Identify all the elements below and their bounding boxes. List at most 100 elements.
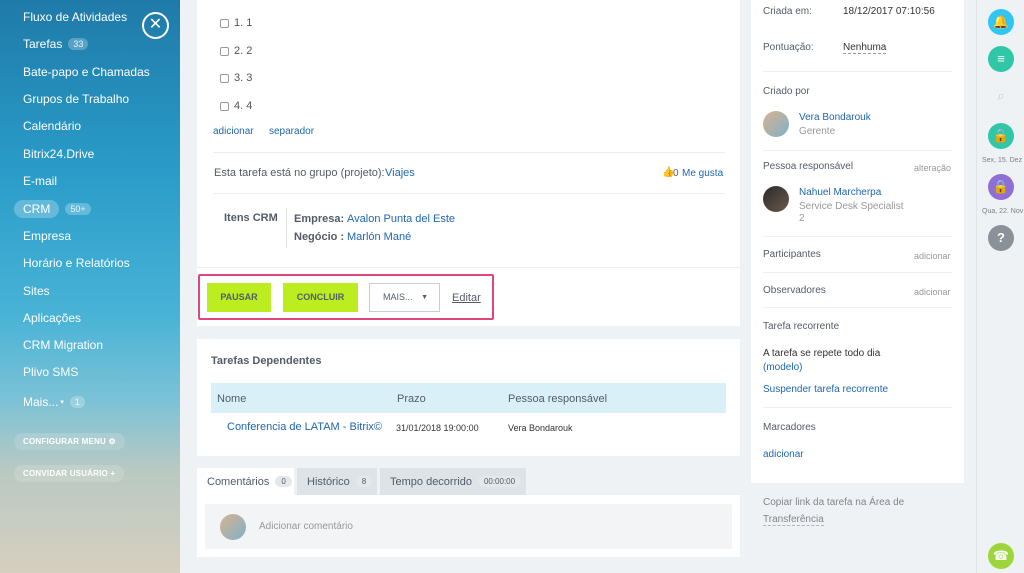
sidebar-item-label: Horário e Relatórios	[23, 256, 130, 270]
sidebar-item-activity-stream[interactable]: Fluxo de Atividades	[23, 10, 127, 24]
recurring-label: Tarefa recorrente	[763, 321, 840, 332]
tab-badge: 00:00:00	[477, 476, 522, 487]
avatar[interactable]	[763, 186, 789, 212]
checklist-item[interactable]: 3. 3	[220, 72, 252, 84]
invite-user-button[interactable]: CONVIDAR USUÁRIO +	[14, 465, 125, 482]
sidebar-item-label: Calendário	[23, 119, 82, 133]
sidebar-item-label: Tarefas	[23, 37, 63, 51]
checkbox[interactable]	[220, 73, 229, 83]
checklist-item-label: 2. 2	[234, 45, 253, 57]
bell-icon[interactable]: 🔔	[988, 9, 1014, 35]
checkbox[interactable]	[220, 46, 229, 56]
checklist-item[interactable]: 4. 4	[220, 100, 252, 112]
copy-link-text-1[interactable]: Copiar link da tarefa na Área de	[763, 497, 904, 508]
company-label: Empresa:	[294, 213, 345, 225]
divider	[213, 193, 725, 194]
divider	[197, 267, 740, 268]
deal-label: Negócio :	[294, 231, 345, 243]
change-responsible-link[interactable]: alteração	[914, 163, 951, 173]
creator-name-link[interactable]: Vera Bondarouk	[799, 112, 871, 123]
sidebar-item-plivo-sms[interactable]: Plivo SMS	[23, 365, 78, 379]
sidebar-item-crm-migration[interactable]: CRM Migration	[23, 338, 103, 352]
divider	[763, 407, 952, 408]
chevron-down-icon: ▼	[421, 294, 428, 301]
sidebar-item-apps[interactable]: Aplicações	[23, 311, 81, 325]
responsible-name-link[interactable]: Nahuel Marcherpa	[799, 187, 881, 198]
tab-comments[interactable]: Comentários 0	[197, 468, 294, 495]
phone-icon[interactable]: ☎	[988, 543, 1014, 569]
sidebar-item-label: Sites	[23, 284, 50, 298]
lock-icon[interactable]: 🔒	[988, 123, 1014, 149]
sidebar-item-time-reports[interactable]: Horário e Relatórios	[23, 256, 130, 270]
recurring-text: A tarefa se repete todo dia	[763, 348, 881, 359]
sidebar-item-label: Plivo SMS	[23, 365, 79, 379]
sidebar-item-chat[interactable]: Bate-papo e Chamadas	[23, 65, 150, 79]
search-icon[interactable]: ⌕	[988, 83, 1014, 109]
suspend-recurring-link[interactable]: Suspender tarefa recorrente	[763, 384, 888, 395]
divider	[763, 236, 952, 237]
like-button[interactable]: Me gusta	[682, 168, 723, 179]
chat-list-icon[interactable]: ≡	[988, 46, 1014, 72]
lock-icon[interactable]: 🔒	[988, 174, 1014, 200]
add-tags-link[interactable]: adicionar	[763, 449, 804, 460]
sidebar-item-label: CRM Migration	[23, 338, 104, 352]
sidebar-item-email[interactable]: E-mail	[23, 174, 57, 188]
group-link[interactable]: Viajes	[385, 167, 415, 179]
close-icon[interactable]: ✕	[142, 12, 169, 39]
column-header-name: Nome	[217, 393, 247, 405]
left-sidebar: ✕ Fluxo de Atividades Tarefas 33 Bate-pap…	[0, 0, 180, 573]
column-header-deadline: Prazo	[397, 393, 426, 405]
date-separator: Sex, 15. Dez	[982, 157, 1023, 164]
complete-button[interactable]: CONCLUIR	[283, 283, 358, 312]
responsible-extra: 2	[799, 213, 805, 224]
checkbox[interactable]	[220, 101, 229, 111]
sidebar-item-tasks[interactable]: Tarefas 33	[23, 37, 89, 51]
sidebar-item-label: E-mail	[23, 174, 58, 188]
task-details-panel	[751, 0, 964, 483]
more-counter-badge: 1	[69, 396, 85, 408]
sidebar-item-sites[interactable]: Sites	[23, 284, 50, 298]
plus-icon: +	[110, 469, 116, 478]
checklist-item[interactable]: 1. 1	[220, 17, 252, 29]
unknown-user-avatar[interactable]: ?	[988, 225, 1014, 251]
add-observers-link[interactable]: adicionar	[914, 287, 951, 297]
sidebar-item-company[interactable]: Empresa	[23, 229, 71, 243]
checklist-separator-link[interactable]: separador	[269, 126, 314, 137]
checkbox[interactable]	[220, 18, 229, 28]
sidebar-item-label: Bitrix24.Drive	[23, 147, 95, 161]
sidebar-item-crm[interactable]: CRM 50+	[14, 200, 91, 218]
edit-link[interactable]: Editar	[452, 292, 481, 304]
more-button[interactable]: MAIS... ▼	[369, 283, 440, 312]
avatar[interactable]	[763, 111, 789, 137]
company-link[interactable]: Avalon Punta del Este	[347, 213, 455, 225]
configure-menu-button[interactable]: CONFIGURAR MENU ⚙	[14, 433, 125, 450]
sidebar-item-label: Mais...	[23, 395, 59, 409]
configure-menu-label: CONFIGURAR MENU	[23, 437, 106, 446]
more-button-label: MAIS...	[383, 292, 413, 302]
deal-link[interactable]: Marlón Mané	[347, 231, 411, 243]
copy-link-text-2[interactable]: Transferência	[763, 514, 824, 526]
sidebar-item-label: CRM	[14, 200, 60, 218]
checklist-item[interactable]: 2. 2	[220, 45, 252, 57]
crm-items-label: Itens CRM	[224, 212, 278, 224]
sidebar-item-drive[interactable]: Bitrix24.Drive	[23, 147, 94, 161]
add-participants-link[interactable]: adicionar	[914, 251, 951, 261]
participants-label: Participantes	[763, 249, 821, 260]
created-label: Criada em:	[763, 6, 812, 17]
recurring-model-link[interactable]: (modelo)	[763, 362, 802, 373]
sidebar-item-label: Bate-papo e Chamadas	[23, 65, 150, 79]
sidebar-item-workgroups[interactable]: Grupos de Trabalho	[23, 92, 129, 106]
sidebar-item-more[interactable]: Mais... ▾ 1	[23, 395, 85, 409]
tasks-counter-badge: 33	[68, 38, 89, 50]
sidebar-item-calendar[interactable]: Calendário	[23, 119, 81, 133]
sidebar-item-label: Grupos de Trabalho	[23, 92, 130, 106]
score-value[interactable]: Nenhuma	[843, 42, 887, 54]
checklist-add-link[interactable]: adicionar	[213, 126, 254, 137]
tab-history[interactable]: Histórico 8	[297, 468, 377, 495]
tab-time-spent[interactable]: Tempo decorrido 00:00:00	[380, 468, 526, 495]
invite-user-label: CONVIDAR USUÁRIO	[23, 469, 108, 478]
pause-button[interactable]: PAUSAR	[207, 283, 271, 312]
gear-icon: ⚙	[108, 437, 116, 446]
dependent-task-link[interactable]: Conferencia de LATAM - Bitrix©	[227, 421, 382, 433]
date-separator: Qua, 22. Nov	[982, 208, 1024, 215]
